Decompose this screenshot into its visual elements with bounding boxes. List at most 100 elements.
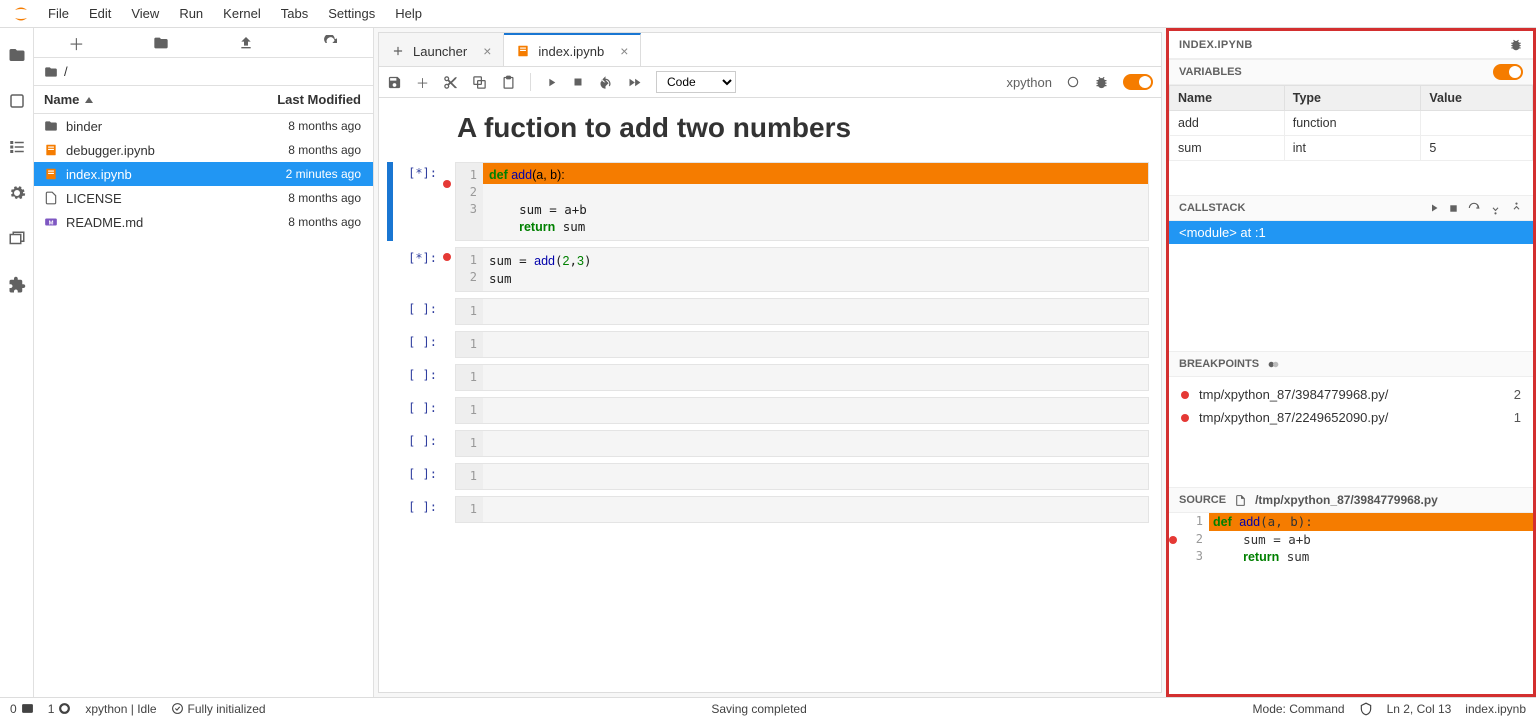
code-cell[interactable]: [ ]:1 (387, 430, 1149, 457)
variable-row[interactable]: addfunction (1170, 111, 1533, 136)
continue-icon[interactable] (1428, 202, 1440, 214)
sort-asc-icon[interactable] (85, 97, 93, 103)
notebook-body[interactable]: A fuction to add two numbers [*]:1 2 3de… (378, 98, 1162, 693)
source-line[interactable]: 1def add(a, b): (1169, 513, 1533, 531)
refresh-icon[interactable] (323, 35, 339, 51)
close-icon[interactable]: × (620, 43, 628, 59)
cell-code[interactable] (483, 298, 1149, 325)
menu-help[interactable]: Help (385, 2, 432, 25)
menu-settings[interactable]: Settings (318, 2, 385, 25)
paste-icon[interactable] (501, 75, 516, 90)
code-cell[interactable]: [*]:1 2 3def add(a, b): sum = a+b return… (387, 162, 1149, 241)
save-icon[interactable] (387, 75, 402, 90)
var-col-name[interactable]: Name (1170, 86, 1285, 111)
step-out-icon[interactable] (1510, 202, 1523, 215)
tab[interactable]: Launcher× (379, 33, 504, 67)
breakpoint-icon[interactable] (443, 180, 451, 188)
folder-icon[interactable] (8, 46, 26, 64)
breakpoint-row[interactable]: tmp/xpython_87/2249652090.py/1 (1169, 406, 1533, 429)
debugger-toggle[interactable] (1123, 74, 1153, 90)
step-over-icon[interactable] (1467, 201, 1481, 215)
cell-code[interactable] (483, 496, 1149, 523)
file-browser-toolbar: ＋ (34, 28, 373, 58)
code-cell[interactable]: [ ]:1 (387, 496, 1149, 523)
cell-code[interactable]: sum = add(2,3) sum (483, 247, 1149, 292)
file-row[interactable]: binder8 months ago (34, 114, 373, 138)
cell-code[interactable] (483, 430, 1149, 457)
new-folder-icon[interactable] (153, 35, 169, 51)
menu-run[interactable]: Run (169, 2, 213, 25)
status-file[interactable]: index.ipynb (1465, 702, 1526, 716)
menu-kernel[interactable]: Kernel (213, 2, 271, 25)
close-icon[interactable]: × (483, 43, 491, 59)
var-col-value[interactable]: Value (1421, 86, 1533, 111)
kernel-status-icon[interactable] (1066, 75, 1080, 89)
celltype-select[interactable]: Code (656, 71, 736, 93)
breakpoint-row[interactable]: tmp/xpython_87/3984779968.py/2 (1169, 383, 1533, 406)
variables-toggle[interactable] (1493, 64, 1523, 80)
stop-icon[interactable] (572, 76, 584, 88)
running-icon[interactable] (8, 92, 26, 110)
menu-tabs[interactable]: Tabs (271, 2, 318, 25)
run-icon[interactable] (545, 76, 558, 89)
code-cell[interactable]: [ ]:1 (387, 331, 1149, 358)
code-cell[interactable]: [ ]:1 (387, 397, 1149, 424)
menu-view[interactable]: View (121, 2, 169, 25)
add-cell-icon[interactable]: ＋ (416, 73, 429, 92)
menu-file[interactable]: File (38, 2, 79, 25)
file-row[interactable]: index.ipynb2 minutes ago (34, 162, 373, 186)
step-in-icon[interactable] (1489, 202, 1502, 215)
callstack-frame[interactable]: <module> at :1 (1169, 221, 1533, 244)
code-cell[interactable]: [ ]:1 (387, 463, 1149, 490)
status-trust-icon[interactable] (1359, 702, 1373, 716)
fastforward-icon[interactable] (627, 75, 642, 90)
callstack-section-label: CALLSTACK (1179, 202, 1245, 214)
file-row[interactable]: LICENSE8 months ago (34, 186, 373, 210)
copy-icon[interactable] (472, 75, 487, 90)
menu-edit[interactable]: Edit (79, 2, 121, 25)
cut-icon[interactable] (443, 75, 458, 90)
source-line[interactable]: 2 sum = a+b (1169, 531, 1533, 548)
breadcrumb-root[interactable]: / (64, 64, 68, 79)
extension-icon[interactable] (8, 276, 26, 294)
markdown-heading[interactable]: A fuction to add two numbers (387, 110, 1149, 162)
open-source-icon[interactable] (1234, 494, 1247, 507)
breakpoint-icon[interactable] (443, 253, 451, 261)
cell-code[interactable] (483, 331, 1149, 358)
status-cursor[interactable]: Ln 2, Col 13 (1387, 702, 1452, 716)
status-kernels[interactable]: 1 (48, 702, 72, 716)
code-cell[interactable]: [ ]:1 (387, 298, 1149, 325)
variable-row[interactable]: sumint5 (1170, 136, 1533, 161)
cell-code[interactable]: def add(a, b): sum = a+b return sum (483, 162, 1149, 241)
cell-code[interactable] (483, 397, 1149, 424)
code-cell[interactable]: [ ]:1 (387, 364, 1149, 391)
toc-icon[interactable] (8, 138, 26, 156)
restart-icon[interactable] (598, 75, 613, 90)
source-line[interactable]: 3 return sum (1169, 548, 1533, 566)
upload-icon[interactable] (238, 35, 254, 51)
code-cell[interactable]: [*]:1 2sum = add(2,3) sum (387, 247, 1149, 292)
clear-breakpoints-icon[interactable] (1267, 358, 1280, 371)
breadcrumb[interactable]: / (34, 58, 373, 86)
notebook-toolbar: ＋ Code xpython (378, 66, 1162, 98)
tab[interactable]: index.ipynb× (504, 33, 641, 67)
col-name-label[interactable]: Name (44, 92, 79, 107)
bug-icon[interactable] (1094, 75, 1109, 90)
file-row[interactable]: debugger.ipynb8 months ago (34, 138, 373, 162)
status-terminals[interactable]: 0 (10, 702, 34, 716)
debugger-settings-icon[interactable] (1509, 38, 1523, 52)
pause-icon[interactable] (1448, 203, 1459, 214)
kernel-name[interactable]: xpython (1006, 75, 1052, 90)
cell-code[interactable] (483, 463, 1149, 490)
col-modified-label[interactable]: Last Modified (253, 92, 373, 107)
file-row[interactable]: MREADME.md8 months ago (34, 210, 373, 234)
var-col-type[interactable]: Type (1284, 86, 1421, 111)
gear-icon[interactable] (8, 184, 26, 202)
cell-code[interactable] (483, 364, 1149, 391)
status-kernel-name[interactable]: xpython | Idle (85, 702, 156, 716)
breakpoint-icon (1169, 536, 1177, 544)
tabs-icon[interactable] (8, 230, 26, 248)
status-lsp[interactable]: Fully initialized (171, 702, 266, 716)
status-mode[interactable]: Mode: Command (1253, 702, 1345, 716)
new-launcher-icon[interactable]: ＋ (68, 31, 84, 55)
